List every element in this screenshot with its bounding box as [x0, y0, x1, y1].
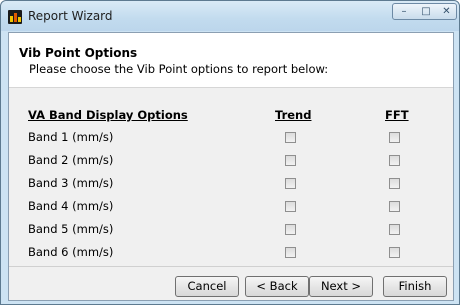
finish-button[interactable]: Finish — [383, 276, 447, 297]
wizard-content: Vib Point Options Please choose the Vib … — [8, 32, 454, 301]
cancel-button[interactable]: Cancel — [175, 276, 239, 297]
page-subtitle: Please choose the Vib Point options to r… — [29, 62, 329, 76]
band-label: Band 5 (mm/s) — [28, 222, 114, 236]
fft-checkbox[interactable] — [389, 247, 400, 258]
next-button[interactable]: Next > — [309, 276, 373, 297]
minimize-button[interactable]: – — [392, 3, 416, 20]
report-wizard-window: Report Wizard – □ ✕ Vib Point Options Pl… — [0, 0, 460, 305]
trend-checkbox[interactable] — [285, 178, 296, 189]
footer-divider — [9, 266, 453, 267]
band-label: Band 6 (mm/s) — [28, 245, 114, 259]
wizard-header: Vib Point Options Please choose the Vib … — [9, 33, 453, 88]
fft-checkbox[interactable] — [389, 155, 400, 166]
fft-checkbox[interactable] — [389, 132, 400, 143]
window-title: Report Wizard — [28, 9, 113, 23]
band-label: Band 4 (mm/s) — [28, 199, 114, 213]
back-button[interactable]: < Back — [245, 276, 309, 297]
page-title: Vib Point Options — [19, 46, 138, 60]
trend-checkbox[interactable] — [285, 247, 296, 258]
maximize-icon: □ — [421, 6, 431, 17]
close-icon: ✕ — [442, 6, 451, 17]
column-header-band-options: VA Band Display Options — [28, 108, 188, 122]
close-button[interactable]: ✕ — [437, 3, 457, 20]
band-label: Band 2 (mm/s) — [28, 153, 114, 167]
trend-checkbox[interactable] — [285, 132, 296, 143]
title-bar[interactable]: Report Wizard – □ ✕ — [1, 1, 459, 31]
band-label: Band 3 (mm/s) — [28, 176, 114, 190]
column-header-fft: FFT — [385, 108, 409, 122]
fft-checkbox[interactable] — [389, 224, 400, 235]
fft-checkbox[interactable] — [389, 178, 400, 189]
fft-checkbox[interactable] — [389, 201, 400, 212]
app-logo-icon — [8, 10, 22, 24]
minimize-icon: – — [401, 6, 407, 17]
column-header-trend: Trend — [275, 108, 312, 122]
trend-checkbox[interactable] — [285, 201, 296, 212]
trend-checkbox[interactable] — [285, 224, 296, 235]
maximize-button[interactable]: □ — [415, 3, 438, 20]
band-label: Band 1 (mm/s) — [28, 130, 114, 144]
trend-checkbox[interactable] — [285, 155, 296, 166]
